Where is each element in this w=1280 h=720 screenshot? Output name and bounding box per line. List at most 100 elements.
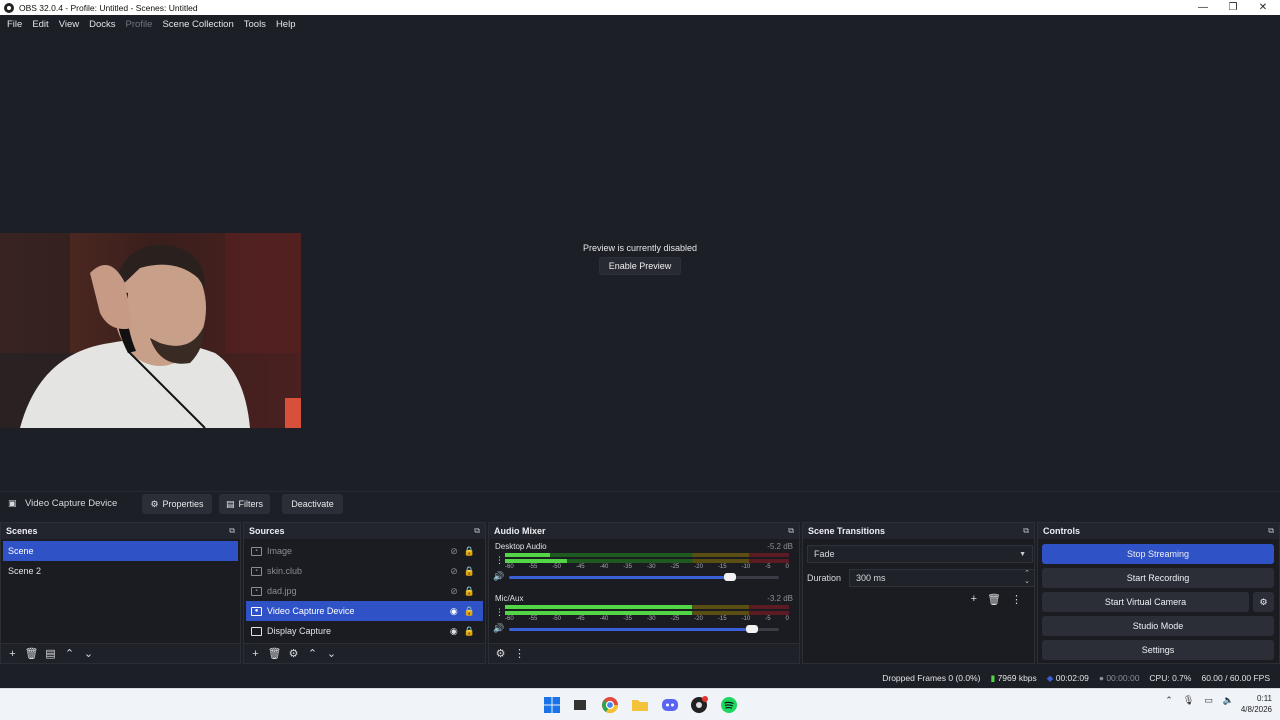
- scene-item[interactable]: Scene 2: [3, 561, 238, 581]
- undock-icon[interactable]: ⧉: [1023, 526, 1029, 536]
- deactivate-button[interactable]: Deactivate: [282, 494, 343, 514]
- undock-icon[interactable]: ⧉: [229, 526, 235, 536]
- windows-start-icon[interactable]: [543, 696, 561, 714]
- cpu-usage: CPU: 0.7%: [1149, 673, 1192, 683]
- virtual-camera-settings-icon[interactable]: ⚙: [1253, 592, 1274, 612]
- obs-taskbar-icon[interactable]: [690, 696, 708, 714]
- speaker-icon[interactable]: 🔊: [493, 623, 504, 634]
- menu-file[interactable]: File: [2, 19, 27, 30]
- source-item[interactable]: ▪ dad.jpg ⊘ 🔒: [246, 581, 483, 601]
- chrome-icon[interactable]: [601, 696, 619, 714]
- lock-icon[interactable]: 🔒: [464, 566, 475, 577]
- clock-date: 4/8/2026: [1240, 705, 1272, 714]
- db-tick-label: 0: [785, 564, 789, 570]
- transition-select[interactable]: Fade ▼: [807, 545, 1033, 563]
- volume-slider[interactable]: [509, 573, 779, 581]
- scene-filters-icon[interactable]: ▤: [43, 647, 58, 660]
- menu-profile[interactable]: Profile: [121, 19, 158, 30]
- db-tick-label: -60: [505, 564, 514, 570]
- undock-icon[interactable]: ⧉: [474, 526, 480, 536]
- duration-input[interactable]: 300 ms ⌃ ⌄: [849, 569, 1035, 587]
- visibility-off-icon[interactable]: ⊘: [450, 546, 458, 557]
- lock-icon[interactable]: 🔒: [464, 626, 475, 637]
- db-scale: -60 -55 -50 -45 -40 -35 -30 -25 -20 -15 -10 -5 0: [505, 616, 789, 622]
- filter-icon: ▤: [225, 498, 235, 509]
- lock-icon[interactable]: 🔒: [464, 546, 475, 557]
- volume-knob[interactable]: [724, 573, 737, 581]
- source-item[interactable]: ▪ Image ⊘ 🔒: [246, 541, 483, 561]
- visibility-off-icon[interactable]: ⊘: [450, 566, 458, 577]
- task-view-icon[interactable]: [571, 696, 589, 714]
- channel-menu-icon[interactable]: ⋮: [495, 607, 504, 618]
- db-tick-label: -40: [599, 564, 609, 570]
- source-item[interactable]: ▪ skin.club ⊘ 🔒: [246, 561, 483, 581]
- start-virtual-camera-button[interactable]: Start Virtual Camera: [1042, 592, 1249, 612]
- advanced-audio-icon[interactable]: ⚙: [493, 647, 508, 660]
- minimize-button[interactable]: —: [1188, 0, 1218, 15]
- chevron-up-icon[interactable]: ⌃: [1165, 695, 1173, 706]
- add-scene-icon[interactable]: +: [5, 648, 20, 660]
- visibility-off-icon[interactable]: ⊘: [450, 586, 458, 597]
- visibility-icon[interactable]: ◉: [450, 626, 458, 637]
- stop-streaming-button[interactable]: Stop Streaming: [1042, 544, 1274, 564]
- close-window-button[interactable]: ✕: [1248, 0, 1278, 15]
- menu-edit[interactable]: Edit: [27, 19, 53, 30]
- transition-menu-icon[interactable]: ⋮: [1011, 593, 1022, 606]
- system-tray: ⌃ 🎙 ▭ 🔈: [1165, 695, 1234, 706]
- move-up-icon[interactable]: ⌃: [305, 647, 320, 660]
- window-title: OBS 32.0.4 - Profile: Untitled - Scenes:…: [19, 2, 198, 13]
- move-down-icon[interactable]: ⌄: [324, 647, 339, 660]
- lock-icon[interactable]: 🔒: [464, 606, 475, 617]
- taskbar-clock[interactable]: 0:11 4/8/2026: [1241, 693, 1272, 715]
- filters-button[interactable]: ▤ Filters: [219, 494, 270, 514]
- enable-preview-button[interactable]: Enable Preview: [599, 257, 681, 275]
- menu-scene-collection[interactable]: Scene Collection: [157, 19, 238, 30]
- db-scale: -60 -55 -50 -45 -40 -35 -30 -25 -20 -15 -10 -5 0: [505, 564, 789, 570]
- remove-transition-icon[interactable]: 🗑: [987, 593, 1001, 606]
- volume-icon[interactable]: 🔈: [1223, 695, 1234, 706]
- source-name: Image: [267, 546, 293, 556]
- move-down-icon[interactable]: ⌄: [81, 647, 96, 660]
- settings-button[interactable]: Settings: [1042, 640, 1274, 660]
- add-transition-icon[interactable]: +: [971, 593, 977, 606]
- speaker-icon[interactable]: 🔊: [493, 571, 504, 582]
- scenes-title: Scenes: [6, 526, 38, 536]
- properties-button[interactable]: ⚙ Properties: [142, 494, 212, 514]
- chevron-down-icon: ▼: [1019, 551, 1026, 558]
- chevron-down-icon[interactable]: ⌄: [1024, 577, 1030, 585]
- spotify-icon[interactable]: [720, 696, 738, 714]
- sources-dock-title: Sources ⧉: [244, 523, 485, 539]
- add-source-icon[interactable]: +: [248, 648, 263, 660]
- menu-docks[interactable]: Docks: [84, 19, 120, 30]
- chevron-up-icon[interactable]: ⌃: [1024, 569, 1030, 577]
- volume-slider[interactable]: [509, 625, 779, 633]
- source-properties-icon[interactable]: ⚙: [286, 647, 301, 660]
- menu-help[interactable]: Help: [271, 19, 301, 30]
- microphone-icon[interactable]: 🎙: [1183, 695, 1194, 706]
- source-item[interactable]: ● Video Capture Device ◉ 🔒: [246, 601, 483, 621]
- transition-tools: + 🗑 ⋮: [971, 593, 1022, 606]
- mixer-menu-icon[interactable]: ⋮: [512, 647, 527, 660]
- record-icon: ●: [1098, 673, 1104, 683]
- gear-icon: ⚙: [150, 498, 159, 509]
- file-explorer-icon[interactable]: [631, 696, 649, 714]
- discord-icon[interactable]: [661, 696, 679, 714]
- restore-button[interactable]: ❐: [1218, 0, 1248, 15]
- studio-mode-button[interactable]: Studio Mode: [1042, 616, 1274, 636]
- scene-item[interactable]: Scene: [3, 541, 238, 561]
- menu-tools[interactable]: Tools: [239, 19, 271, 30]
- undock-icon[interactable]: ⧉: [788, 526, 794, 536]
- menu-view[interactable]: View: [54, 19, 84, 30]
- remove-scene-icon[interactable]: 🗑: [24, 647, 39, 660]
- channel-menu-icon[interactable]: ⋮: [495, 555, 504, 566]
- remove-source-icon[interactable]: 🗑: [267, 647, 282, 660]
- network-icon[interactable]: ▭: [1204, 695, 1213, 706]
- preview-disabled-message: Preview is currently disabled: [582, 243, 698, 253]
- move-up-icon[interactable]: ⌃: [62, 647, 77, 660]
- start-recording-button[interactable]: Start Recording: [1042, 568, 1274, 588]
- undock-icon[interactable]: ⧉: [1268, 526, 1274, 536]
- visibility-icon[interactable]: ◉: [450, 606, 458, 617]
- volume-knob[interactable]: [746, 625, 758, 633]
- source-item[interactable]: Display Capture ◉ 🔒: [246, 621, 483, 641]
- lock-icon[interactable]: 🔒: [464, 586, 475, 597]
